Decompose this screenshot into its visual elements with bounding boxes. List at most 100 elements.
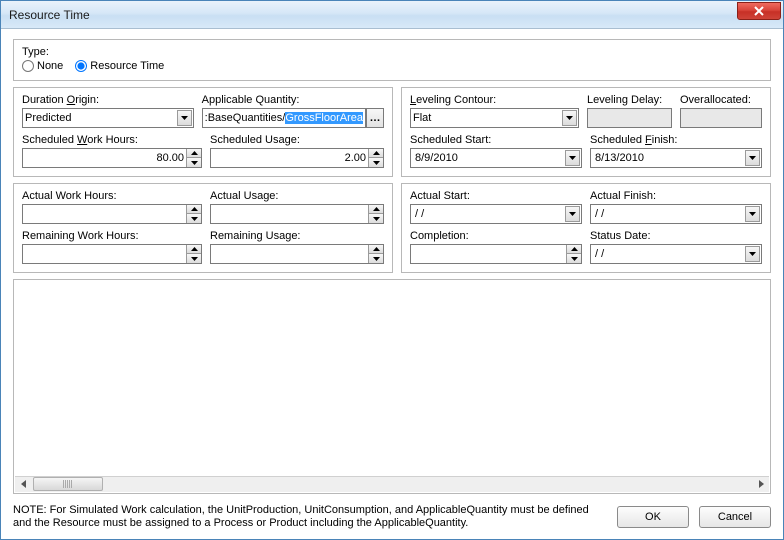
scheduled-finish-label: Scheduled Finish:: [590, 134, 762, 146]
status-date-value: / /: [593, 248, 606, 260]
scheduled-finish-value: 8/13/2010: [593, 152, 646, 164]
overallocated-input: [680, 108, 762, 128]
leveling-contour-value: Flat: [413, 112, 562, 124]
footer: NOTE: For Simulated Work calculation, th…: [13, 500, 771, 532]
spin-down-icon[interactable]: [187, 254, 201, 263]
scroll-right-icon[interactable]: [753, 477, 769, 491]
chevron-down-icon: [177, 110, 192, 126]
scheduled-start-label: Scheduled Start:: [410, 134, 582, 146]
detail-area: [13, 279, 771, 494]
scheduling-left-panel: Duration Origin: Predicted Applicable Qu…: [13, 87, 393, 177]
titlebar: Resource Time: [1, 1, 783, 29]
status-date-label: Status Date:: [590, 230, 762, 242]
close-button[interactable]: [737, 2, 781, 20]
actual-start-label: Actual Start:: [410, 190, 582, 202]
scheduled-usage-value: 2.00: [211, 152, 368, 164]
duration-origin-combo[interactable]: Predicted: [22, 108, 194, 128]
type-panel: Type: None Resource Time: [13, 39, 771, 81]
type-label: Type:: [22, 46, 762, 58]
scheduled-work-hours-spin[interactable]: 80.00: [22, 148, 202, 168]
spin-up-icon[interactable]: [187, 149, 201, 158]
spin-down-icon[interactable]: [567, 254, 581, 263]
resource-time-dialog: Resource Time Type: None Resource Time: [0, 0, 784, 540]
status-date-date[interactable]: / /: [590, 244, 762, 264]
spin-buttons[interactable]: [368, 149, 383, 167]
spin-buttons[interactable]: [566, 245, 581, 263]
spin-up-icon[interactable]: [187, 245, 201, 254]
leveling-contour-combo[interactable]: Flat: [410, 108, 579, 128]
remaining-work-hours-spin[interactable]: [22, 244, 202, 264]
spin-up-icon[interactable]: [187, 205, 201, 214]
type-radiogroup: None Resource Time: [22, 60, 762, 72]
scheduled-work-hours-label: Scheduled Work Hours:: [22, 134, 202, 146]
chevron-down-icon: [565, 150, 580, 166]
actual-work-hours-label: Actual Work Hours:: [22, 190, 202, 202]
actual-finish-date[interactable]: / /: [590, 204, 762, 224]
spin-down-icon[interactable]: [369, 158, 383, 167]
leveling-delay-label: Leveling Delay:: [587, 94, 672, 106]
leveling-contour-label: Leveling Contour:: [410, 94, 579, 106]
chevron-down-icon: [565, 206, 580, 222]
actual-left-panel: Actual Work Hours: Actual Usage:: [13, 183, 393, 273]
scheduling-row: Duration Origin: Predicted Applicable Qu…: [13, 87, 771, 177]
remaining-usage-label: Remaining Usage:: [210, 230, 384, 242]
applicable-quantity-browse-button[interactable]: …: [366, 108, 384, 128]
type-resource-time-radio[interactable]: Resource Time: [75, 60, 164, 72]
note-text: NOTE: For Simulated Work calculation, th…: [13, 504, 607, 532]
leveling-delay-input: [587, 108, 672, 128]
cancel-button[interactable]: Cancel: [699, 506, 771, 528]
ok-button[interactable]: OK: [617, 506, 689, 528]
spin-down-icon[interactable]: [369, 214, 383, 223]
spin-up-icon[interactable]: [369, 245, 383, 254]
spin-buttons[interactable]: [186, 245, 201, 263]
scroll-thumb[interactable]: [33, 477, 103, 491]
type-none-radio[interactable]: None: [22, 60, 63, 72]
type-none-input[interactable]: [22, 60, 34, 72]
remaining-usage-spin[interactable]: [210, 244, 384, 264]
scheduled-usage-spin[interactable]: 2.00: [210, 148, 384, 168]
actual-right-panel: Actual Start: / / Actual Finish: / /: [401, 183, 771, 273]
type-none-label: None: [37, 60, 63, 72]
scheduled-work-hours-value: 80.00: [23, 152, 186, 164]
spin-buttons[interactable]: [368, 245, 383, 263]
duration-origin-value: Predicted: [25, 112, 177, 124]
duration-origin-label: Duration Origin:: [22, 94, 194, 106]
window-title: Resource Time: [9, 8, 90, 22]
actual-finish-label: Actual Finish:: [590, 190, 762, 202]
scroll-left-icon[interactable]: [15, 477, 31, 491]
horizontal-scrollbar[interactable]: [15, 476, 769, 492]
close-icon: [754, 6, 764, 16]
spin-up-icon[interactable]: [369, 149, 383, 158]
applicable-quantity-value: :BaseQuantities/GrossFloorArea: [205, 112, 363, 124]
chevron-down-icon: [562, 110, 577, 126]
content-area: Type: None Resource Time Duration Origin…: [1, 29, 783, 539]
spin-down-icon[interactable]: [187, 158, 201, 167]
scheduling-right-panel: Leveling Contour: Flat Leveling Delay: O…: [401, 87, 771, 177]
chevron-down-icon: [745, 150, 760, 166]
spin-down-icon[interactable]: [187, 214, 201, 223]
spin-buttons[interactable]: [186, 205, 201, 223]
type-rt-label: Resource Time: [90, 60, 164, 72]
spin-up-icon[interactable]: [369, 205, 383, 214]
actual-finish-value: / /: [593, 208, 606, 220]
spin-buttons[interactable]: [186, 149, 201, 167]
overallocated-label: Overallocated:: [680, 94, 762, 106]
chevron-down-icon: [745, 206, 760, 222]
scroll-track[interactable]: [31, 477, 753, 491]
applicable-quantity-input[interactable]: :BaseQuantities/GrossFloorArea: [202, 108, 366, 128]
actual-usage-spin[interactable]: [210, 204, 384, 224]
type-rt-input[interactable]: [75, 60, 87, 72]
scheduled-usage-label: Scheduled Usage:: [210, 134, 384, 146]
completion-spin[interactable]: [410, 244, 582, 264]
spin-down-icon[interactable]: [369, 254, 383, 263]
scheduled-finish-date[interactable]: 8/13/2010: [590, 148, 762, 168]
actual-work-hours-spin[interactable]: [22, 204, 202, 224]
chevron-down-icon: [745, 246, 760, 262]
actual-row: Actual Work Hours: Actual Usage:: [13, 183, 771, 273]
remaining-work-hours-label: Remaining Work Hours:: [22, 230, 202, 242]
spin-buttons[interactable]: [368, 205, 383, 223]
scheduled-start-date[interactable]: 8/9/2010: [410, 148, 582, 168]
completion-label: Completion:: [410, 230, 582, 242]
spin-up-icon[interactable]: [567, 245, 581, 254]
actual-start-date[interactable]: / /: [410, 204, 582, 224]
